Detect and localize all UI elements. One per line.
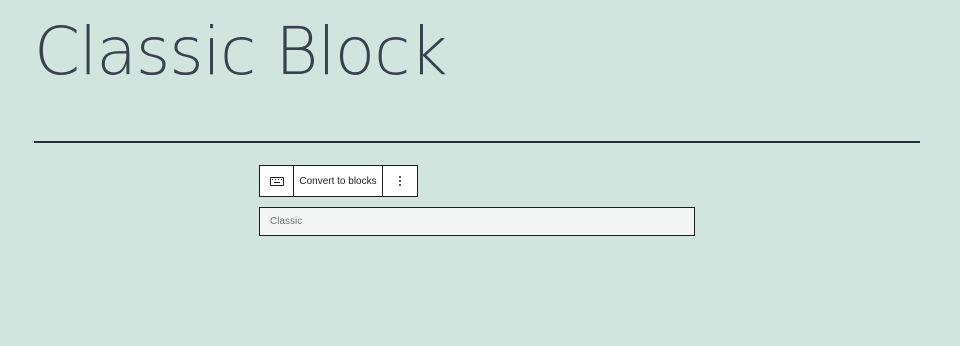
keyboard-icon <box>269 176 284 186</box>
more-vertical-icon <box>399 176 401 186</box>
page-title: Classic Block <box>34 13 448 90</box>
block-toolbar: Convert to blocks <box>259 165 418 197</box>
convert-to-blocks-button[interactable]: Convert to blocks <box>294 166 383 196</box>
title-separator <box>34 141 920 143</box>
more-options-button[interactable] <box>383 166 417 196</box>
classic-editor-field[interactable]: Classic <box>259 207 695 236</box>
keyboard-button[interactable] <box>260 166 294 196</box>
